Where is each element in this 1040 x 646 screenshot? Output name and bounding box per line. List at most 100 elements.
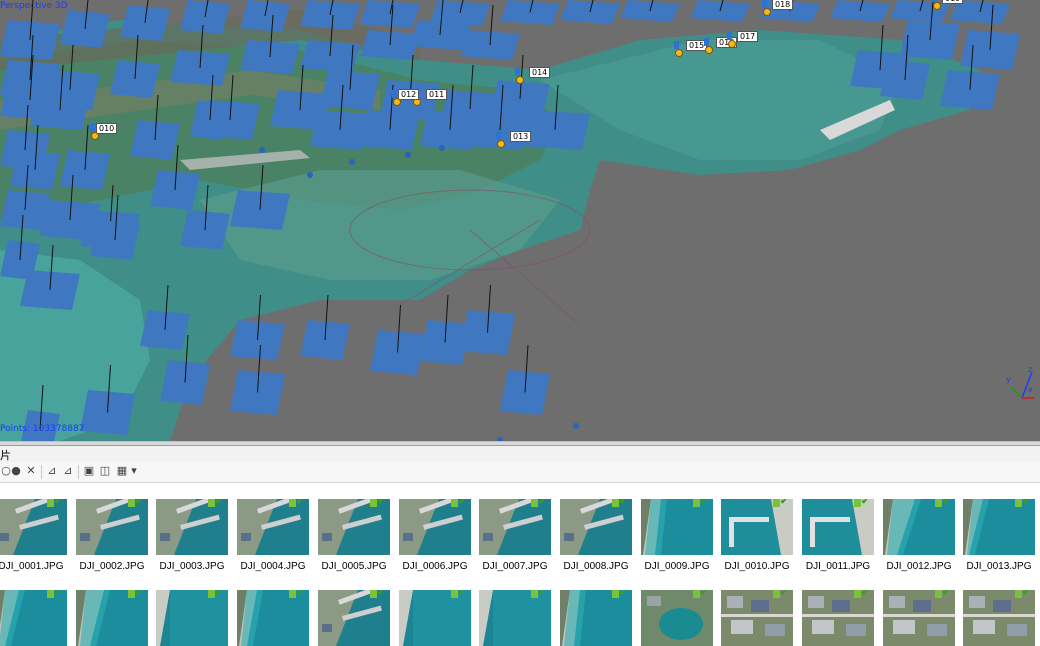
calibrated-check-icon: ✔ <box>612 590 628 599</box>
marker-label: 011 <box>426 89 448 100</box>
3d-viewport[interactable]: z y x Perspective 3D Points: 103378887 0… <box>0 0 1040 441</box>
image-thumbnail[interactable]: ✔ <box>721 590 793 646</box>
calibrated-check-icon: ✔ <box>128 499 144 508</box>
calibrated-check-icon: ✔ <box>612 499 628 508</box>
tie-point <box>349 159 355 165</box>
calibrated-check-icon: ✔ <box>773 590 789 599</box>
toolbar-separator <box>41 465 42 479</box>
marker-dot-icon <box>393 98 401 106</box>
tie-point <box>259 147 265 153</box>
points-count: Points: 103378887 <box>0 424 85 434</box>
marker-label: 010 <box>96 123 118 134</box>
calibrated-check-icon: ✔ <box>370 590 386 599</box>
marker-flag-icon <box>762 0 767 8</box>
marker-dot-icon <box>91 132 99 140</box>
image-thumbnail[interactable]: ✔ <box>156 499 228 555</box>
toolbar-separator <box>78 465 79 479</box>
image-filename: DJI_0011.JPG <box>805 561 871 572</box>
calibrated-check-icon: ✔ <box>451 499 467 508</box>
calibrated-check-icon: ✔ <box>854 499 870 508</box>
image-filename: DJI_0004.JPG <box>240 561 306 572</box>
image-thumbnail[interactable]: ✔ <box>318 499 390 555</box>
camera-icon[interactable]: ▣ <box>83 465 95 477</box>
calibrated-check-icon: ✔ <box>935 499 951 508</box>
image-thumbnail-grid: ✔ DJI_0001.JPG ✔ DJI_0002.JPG ✔ DJI_0003.JPG ✔… <box>0 483 1040 646</box>
image-filename: DJI_0002.JPG <box>79 561 145 572</box>
calibrated-check-icon: ✔ <box>47 590 63 599</box>
image-filename: DJI_0010.JPG <box>724 561 790 572</box>
marker-dot-icon <box>728 40 736 48</box>
point-cloud-scene[interactable]: z y x <box>0 0 1040 441</box>
image-thumbnail[interactable]: ✔ <box>479 590 551 646</box>
filter-a-icon[interactable]: ⊿ <box>46 465 58 477</box>
dropdown-arrow-icon[interactable]: ▾ <box>128 465 140 477</box>
calibrated-check-icon: ✔ <box>693 499 709 508</box>
axis-gizmo: z y x <box>1006 365 1034 399</box>
calibrated-check-icon: ✔ <box>531 499 547 508</box>
image-thumbnail[interactable]: ✔ <box>883 590 955 646</box>
tie-point <box>307 172 313 178</box>
marker-label: 012 <box>398 89 420 100</box>
image-thumbnail[interactable]: ✔ <box>883 499 955 555</box>
image-thumbnail[interactable]: ✔ <box>802 499 874 555</box>
tie-point <box>405 152 411 158</box>
image-thumbnail[interactable]: ✔ <box>963 590 1035 646</box>
marker-label: 018 <box>772 0 794 10</box>
images-toolbar: ○ ● ✕ ⊿ ⊿ ▣ ◫ ▦ ▾ <box>0 462 1040 483</box>
image-filename: DJI_0009.JPG <box>644 561 710 572</box>
marker-flag-icon <box>727 32 732 40</box>
tie-point <box>439 145 445 151</box>
image-thumbnail[interactable]: ✔ <box>0 590 67 646</box>
image-thumbnail[interactable]: ✔ <box>802 590 874 646</box>
image-thumbnail[interactable]: ✔ <box>479 499 551 555</box>
image-select-icon[interactable]: ◫ <box>99 465 111 477</box>
marker-dot-icon <box>675 49 683 57</box>
marker-label: 019 <box>942 0 964 4</box>
delete-icon[interactable]: ✕ <box>25 465 37 477</box>
calibrated-check-icon: ✔ <box>128 590 144 599</box>
calibrated-check-icon: ✔ <box>1015 590 1031 599</box>
image-filename: DJI_0005.JPG <box>321 561 387 572</box>
calibrated-check-icon: ✔ <box>208 590 224 599</box>
calibrated-check-icon: ✔ <box>208 499 224 508</box>
marker-flag-icon <box>674 41 679 49</box>
image-thumbnail[interactable]: ✔ <box>721 499 793 555</box>
calibrated-check-icon: ✔ <box>531 590 547 599</box>
marker-label: 013 <box>510 131 532 142</box>
image-thumbnail[interactable]: ✔ <box>399 499 471 555</box>
calibrated-check-icon: ✔ <box>47 499 63 508</box>
image-thumbnail[interactable]: ✔ <box>641 590 713 646</box>
image-thumbnail[interactable]: ✔ <box>156 590 228 646</box>
filter-b-icon[interactable]: ⊿ <box>62 465 74 477</box>
marker-label: 014 <box>529 67 551 78</box>
image-thumbnail[interactable]: ✔ <box>76 499 148 555</box>
image-thumbnail[interactable]: ✔ <box>963 499 1035 555</box>
image-thumbnail[interactable]: ✔ <box>318 590 390 646</box>
axis-y-label: y <box>1006 375 1011 384</box>
marker-dot-icon <box>516 76 524 84</box>
calibrated-check-icon: ✔ <box>773 499 789 508</box>
grid-view-icon[interactable]: ▦ <box>116 465 128 477</box>
image-thumbnail[interactable]: ✔ <box>560 590 632 646</box>
marker-flag-icon <box>496 132 501 140</box>
marker-flag-icon <box>392 90 397 98</box>
image-thumbnail[interactable]: ✔ <box>641 499 713 555</box>
calibrated-check-icon: ✔ <box>935 590 951 599</box>
marker-dot-icon <box>705 46 713 54</box>
calibrated-check-icon: ✔ <box>693 590 709 599</box>
marker-label: 017 <box>737 31 759 42</box>
calibrated-check-icon: ✔ <box>289 499 305 508</box>
image-thumbnail[interactable]: ✔ <box>0 499 67 555</box>
images-panel-header: 片 <box>0 446 1040 463</box>
image-thumbnail[interactable]: ✔ <box>237 590 309 646</box>
ball-icon[interactable]: ● <box>10 465 22 477</box>
image-thumbnail[interactable]: ✔ <box>76 590 148 646</box>
view-mode-label: Perspective 3D <box>0 1 68 11</box>
image-thumbnail[interactable]: ✔ <box>399 590 471 646</box>
image-thumbnail[interactable]: ✔ <box>237 499 309 555</box>
image-filename: DJI_0006.JPG <box>402 561 468 572</box>
image-filename: DJI_0012.JPG <box>886 561 952 572</box>
tie-point <box>573 423 579 429</box>
marker-flag-icon <box>515 68 520 76</box>
image-thumbnail[interactable]: ✔ <box>560 499 632 555</box>
